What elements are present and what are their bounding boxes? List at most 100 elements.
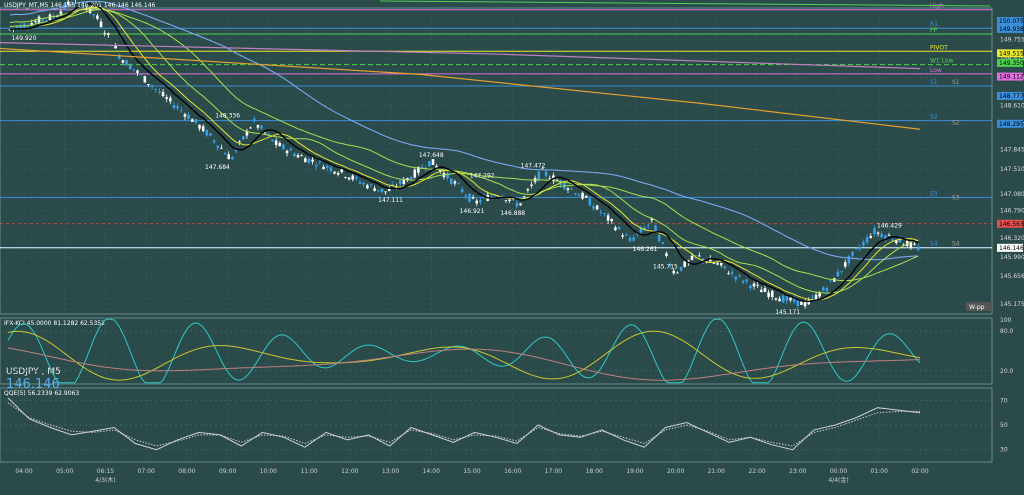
time-label: 02:00	[911, 468, 928, 475]
candle-body	[194, 119, 198, 123]
candle-body	[457, 183, 460, 185]
candle-body	[913, 243, 916, 245]
candle-body	[92, 14, 96, 16]
level-label-wpp: W1 Low	[930, 58, 954, 65]
price-annotation: 146.261	[633, 246, 658, 253]
candle-body	[530, 184, 533, 186]
time-label: 08:00	[178, 468, 195, 475]
price-annotation: 145.715	[653, 264, 678, 271]
time-label: 04:00	[15, 468, 32, 475]
level-label-s1: S1	[930, 79, 938, 86]
candle-body	[847, 256, 851, 264]
candle-body	[252, 118, 256, 122]
candle-body	[260, 125, 263, 129]
candle-body	[628, 238, 632, 241]
candle	[143, 75, 147, 83]
candle-body	[121, 60, 125, 63]
candle-body	[161, 92, 165, 97]
candle-body	[738, 275, 741, 277]
candle-body	[449, 178, 453, 185]
candle-body	[220, 147, 223, 149]
price-annotation: 146.429	[877, 222, 902, 229]
side-label-s1: S1	[952, 79, 960, 86]
candle-body	[34, 21, 37, 23]
candle-body	[45, 19, 48, 21]
side-label-s4: S4	[952, 241, 960, 248]
candle-body	[180, 110, 183, 112]
candle-body	[187, 114, 190, 119]
price-annotation: 147.684	[205, 164, 230, 171]
candle-body	[537, 171, 541, 180]
candle-body	[369, 184, 373, 186]
price-annotation: 147.472	[521, 162, 546, 169]
candle-body	[880, 234, 883, 238]
candle-body	[526, 189, 530, 191]
candle-body	[522, 196, 526, 198]
candle-body	[595, 205, 599, 210]
price-axis-label: 149.755	[1000, 36, 1024, 43]
candle-body	[314, 165, 318, 167]
candle-body	[719, 262, 723, 266]
candle-body	[15, 26, 19, 29]
price-tag-label: 150.075	[999, 18, 1024, 25]
candle-body	[657, 235, 661, 242]
candle-body	[300, 155, 303, 157]
candle-body	[231, 157, 234, 160]
candle-body	[599, 212, 603, 213]
price-axis-label: 148.610	[1000, 103, 1024, 110]
qqe-level-label: 30	[1000, 447, 1008, 454]
w-pp-badge-label: W-pp	[969, 304, 985, 311]
candle-body	[803, 301, 807, 307]
osc-right-label: 100	[1000, 317, 1012, 324]
price-axis-label: 147.080	[1000, 191, 1024, 198]
candle-body	[873, 228, 876, 235]
candle-body	[840, 271, 843, 272]
time-label: 16:00	[504, 468, 521, 475]
candle-body	[344, 177, 347, 178]
candle-body	[614, 227, 617, 231]
candle-body	[734, 276, 738, 280]
candle-body	[212, 140, 216, 143]
candle-body	[621, 235, 624, 237]
time-label: 07:00	[138, 468, 155, 475]
level-label-s4: S4	[930, 241, 938, 248]
candle-body	[610, 219, 614, 222]
candle-body	[723, 266, 727, 269]
candle-body	[851, 251, 854, 256]
candle-body	[147, 84, 150, 86]
candle-body	[398, 180, 402, 185]
price-tag-label: 149.515	[999, 50, 1024, 57]
price-axis-label: 147.510	[1000, 166, 1024, 173]
candle-body	[26, 26, 30, 28]
time-label: 14:00	[423, 468, 440, 475]
time-label: 18:00	[586, 468, 603, 475]
level-label-pp: PP	[930, 27, 938, 34]
candle-body	[103, 32, 106, 34]
candle-body	[822, 287, 825, 291]
candle-body	[665, 253, 668, 256]
candle-body	[190, 119, 194, 122]
level-label-low: Low	[930, 67, 942, 74]
candle-body	[132, 69, 136, 71]
candle-body	[347, 177, 351, 180]
candle-body	[581, 192, 584, 199]
candle-body	[154, 88, 158, 90]
price-tag-label: 149.350	[999, 60, 1024, 67]
candle-body	[508, 199, 511, 201]
candle-body	[198, 124, 201, 129]
price-axis-label: 146.790	[1000, 208, 1024, 215]
price-axis-label: 145.990	[1000, 254, 1024, 261]
candle-body	[479, 200, 482, 203]
time-label: 22:00	[748, 468, 765, 475]
qqe-level-label: 50	[1000, 422, 1008, 429]
candle-body	[99, 21, 103, 27]
candle-body	[829, 280, 832, 282]
candle-body	[41, 19, 44, 22]
candle-body	[588, 198, 592, 206]
time-label: 11:00	[300, 468, 317, 475]
chart-root: 04:00 05:00 06:15 07:00 08:00 09:00 10:00 11:00…	[0, 0, 1024, 491]
price-tag-label: 149.112	[999, 74, 1024, 81]
candle-body	[139, 74, 143, 75]
candle-body	[282, 144, 285, 149]
price-tag-label: 148.777	[999, 93, 1024, 100]
